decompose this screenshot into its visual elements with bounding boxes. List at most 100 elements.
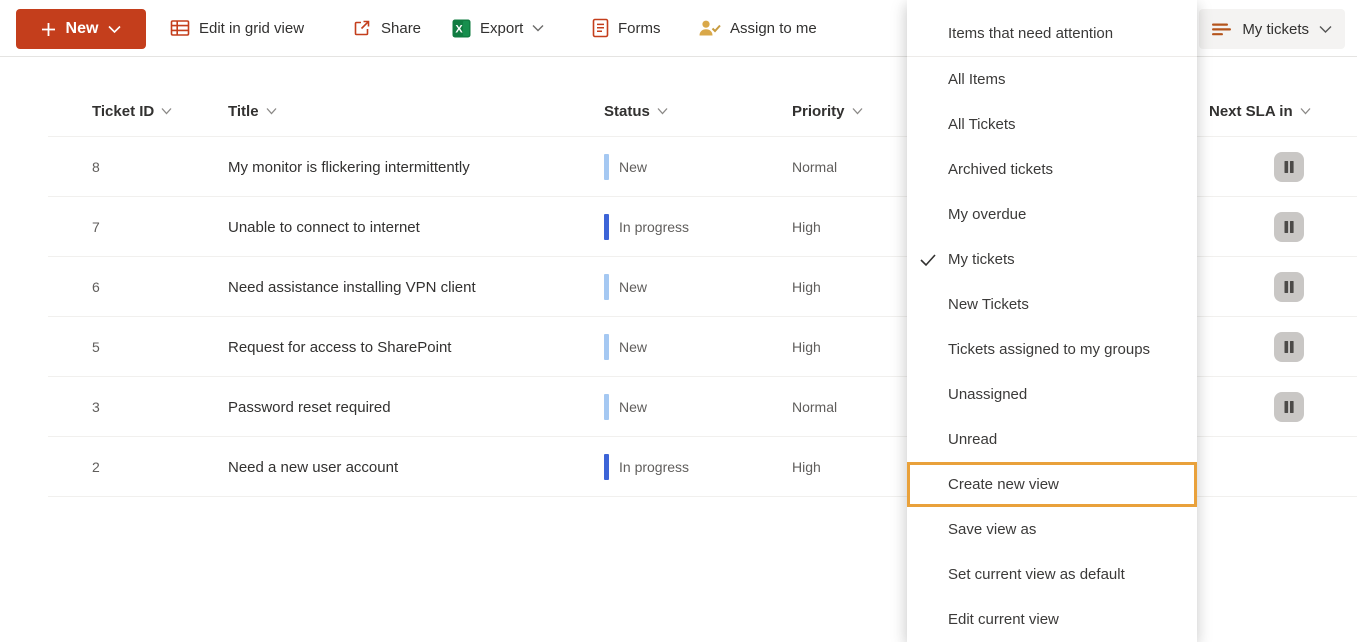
status-label: New bbox=[619, 159, 647, 175]
view-menu-item-label: New Tickets bbox=[948, 296, 1029, 313]
ticket-title-cell[interactable]: My monitor is flickering intermittently bbox=[228, 137, 470, 197]
pause-icon bbox=[1282, 400, 1296, 414]
chevron-down-icon bbox=[266, 107, 277, 115]
view-selector-label: My tickets bbox=[1242, 21, 1309, 38]
status-label: In progress bbox=[619, 459, 689, 475]
view-menu-item-label: Items that need attention bbox=[948, 25, 1113, 42]
ticket-title-cell[interactable]: Request for access to SharePoint bbox=[228, 317, 451, 377]
view-menu-item-items-that-need-attention[interactable]: Items that need attention bbox=[907, 11, 1197, 56]
assign-to-me-label: Assign to me bbox=[730, 20, 817, 37]
view-menu-item-label: Edit current view bbox=[948, 611, 1059, 628]
pause-sla-button[interactable] bbox=[1274, 392, 1304, 422]
new-button-label: New bbox=[66, 20, 99, 38]
view-menu-item-archived-tickets[interactable]: Archived tickets bbox=[907, 147, 1197, 192]
edit-in-grid-view-button[interactable]: Edit in grid view bbox=[170, 0, 304, 56]
forms-document-icon bbox=[592, 18, 609, 38]
ticket-title-cell[interactable]: Password reset required bbox=[228, 377, 391, 437]
share-icon bbox=[352, 18, 372, 38]
view-options-icon bbox=[1212, 23, 1232, 36]
column-header-label: Priority bbox=[792, 103, 845, 120]
view-menu-item-new-tickets[interactable]: New Tickets bbox=[907, 282, 1197, 327]
ticket-id-cell: 8 bbox=[92, 137, 100, 197]
chevron-down-icon bbox=[532, 24, 544, 32]
export-label: Export bbox=[480, 20, 523, 37]
share-button[interactable]: Share bbox=[352, 0, 421, 56]
assign-to-me-button[interactable]: Assign to me bbox=[698, 0, 817, 56]
pause-sla-button[interactable] bbox=[1274, 212, 1304, 242]
view-menu-item-label: All Items bbox=[948, 71, 1006, 88]
pause-sla-button[interactable] bbox=[1274, 332, 1304, 362]
column-header-next-sla[interactable]: Next SLA in bbox=[1209, 85, 1311, 137]
ticket-priority-cell: High bbox=[792, 257, 821, 317]
ticket-priority-cell: Normal bbox=[792, 137, 837, 197]
pause-icon bbox=[1282, 160, 1296, 174]
view-menu-item-label: All Tickets bbox=[948, 116, 1016, 133]
ticket-id-cell: 7 bbox=[92, 197, 100, 257]
status-label: New bbox=[619, 399, 647, 415]
ticket-id-cell: 6 bbox=[92, 257, 100, 317]
view-menu-item-label: My overdue bbox=[948, 206, 1026, 223]
view-menu-item-set-current-view-as-default[interactable]: Set current view as default bbox=[907, 552, 1197, 597]
view-menu-item-unassigned[interactable]: Unassigned bbox=[907, 372, 1197, 417]
column-header-label: Next SLA in bbox=[1209, 103, 1293, 120]
new-button[interactable]: New bbox=[16, 9, 146, 49]
share-label: Share bbox=[381, 20, 421, 37]
view-menu-item-my-tickets[interactable]: My tickets bbox=[907, 237, 1197, 282]
ticket-status-cell: New bbox=[604, 257, 647, 317]
ticket-title-cell[interactable]: Need assistance installing VPN client bbox=[228, 257, 476, 317]
view-menu-item-label: My tickets bbox=[948, 251, 1015, 268]
view-selector-button[interactable]: My tickets bbox=[1199, 9, 1345, 49]
edit-in-grid-view-label: Edit in grid view bbox=[199, 20, 304, 37]
ticket-priority-cell: High bbox=[792, 437, 821, 497]
ticket-status-cell: New bbox=[604, 137, 647, 197]
export-button[interactable]: X Export bbox=[452, 0, 544, 56]
pause-icon bbox=[1282, 280, 1296, 294]
view-menu-item-tickets-assigned-to-my-groups[interactable]: Tickets assigned to my groups bbox=[907, 327, 1197, 372]
view-menu-item-save-view-as[interactable]: Save view as bbox=[907, 507, 1197, 552]
forms-label: Forms bbox=[618, 20, 661, 37]
pause-icon bbox=[1282, 220, 1296, 234]
status-bar bbox=[604, 334, 609, 360]
ticket-status-cell: In progress bbox=[604, 437, 689, 497]
view-menu-item-label: Save view as bbox=[948, 521, 1036, 538]
status-bar bbox=[604, 454, 609, 480]
chevron-down-icon bbox=[1300, 107, 1311, 115]
pause-icon bbox=[1282, 340, 1296, 354]
status-label: New bbox=[619, 279, 647, 295]
column-header-title[interactable]: Title bbox=[228, 85, 277, 137]
column-header-priority[interactable]: Priority bbox=[792, 85, 863, 137]
chevron-down-icon bbox=[108, 25, 121, 34]
view-menu-item-label: Unread bbox=[948, 431, 997, 448]
view-menu-item-label: Archived tickets bbox=[948, 161, 1053, 178]
pause-sla-button[interactable] bbox=[1274, 272, 1304, 302]
view-menu-item-unread[interactable]: Unread bbox=[907, 417, 1197, 462]
view-menu-item-my-overdue[interactable]: My overdue bbox=[907, 192, 1197, 237]
view-menu-item-label: Set current view as default bbox=[948, 566, 1125, 583]
ticket-priority-cell: High bbox=[792, 317, 821, 377]
person-check-icon bbox=[698, 19, 721, 37]
chevron-down-icon bbox=[657, 107, 668, 115]
ticket-title-cell[interactable]: Need a new user account bbox=[228, 437, 398, 497]
column-header-status[interactable]: Status bbox=[604, 85, 668, 137]
view-menu-item-all-items[interactable]: All Items bbox=[907, 57, 1197, 102]
status-bar bbox=[604, 154, 609, 180]
view-menu-item-edit-current-view[interactable]: Edit current view bbox=[907, 597, 1197, 642]
ticket-id-cell: 3 bbox=[92, 377, 100, 437]
excel-icon: X bbox=[452, 19, 471, 38]
forms-button[interactable]: Forms bbox=[592, 0, 661, 56]
view-selector-menu: Items that need attention All Items All … bbox=[907, 0, 1197, 642]
view-menu-item-all-tickets[interactable]: All Tickets bbox=[907, 102, 1197, 147]
ticket-priority-cell: High bbox=[792, 197, 821, 257]
ticket-title-cell[interactable]: Unable to connect to internet bbox=[228, 197, 420, 257]
column-header-label: Ticket ID bbox=[92, 103, 154, 120]
status-bar bbox=[604, 214, 609, 240]
check-icon bbox=[920, 253, 936, 267]
view-menu-item-create-new-view[interactable]: Create new view bbox=[907, 462, 1197, 507]
status-bar bbox=[604, 274, 609, 300]
column-header-ticket-id[interactable]: Ticket ID bbox=[92, 85, 172, 137]
chevron-down-icon bbox=[852, 107, 863, 115]
view-menu-item-label: Create new view bbox=[948, 476, 1059, 493]
ticket-status-cell: In progress bbox=[604, 197, 689, 257]
pause-sla-button[interactable] bbox=[1274, 152, 1304, 182]
view-menu-item-label: Unassigned bbox=[948, 386, 1027, 403]
